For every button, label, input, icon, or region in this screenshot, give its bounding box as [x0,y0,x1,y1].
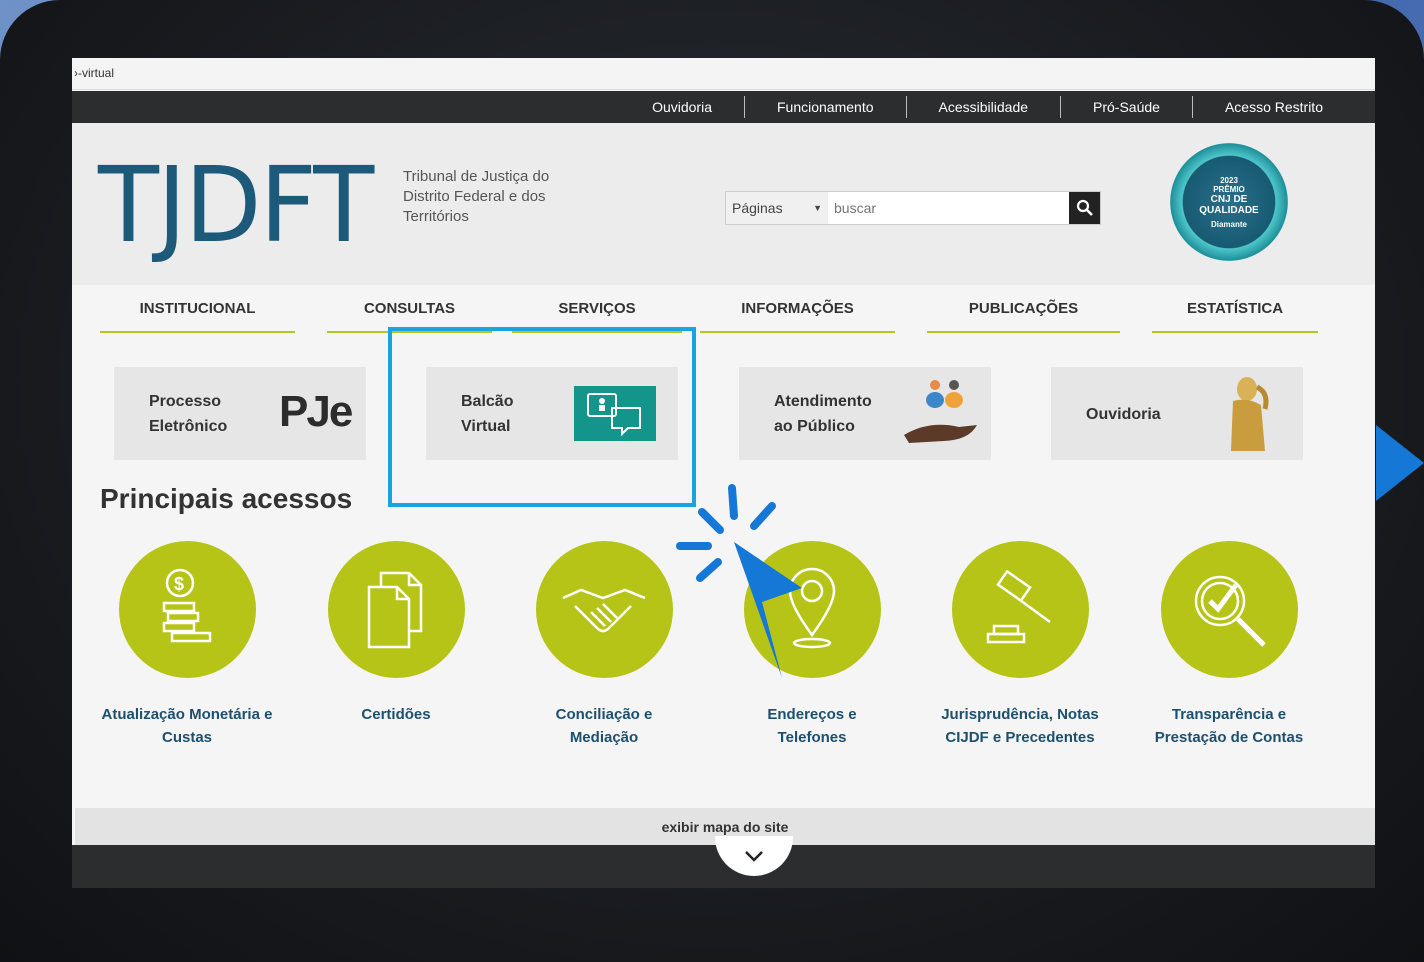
topbar-link-acesso-restrito[interactable]: Acesso Restrito [1191,96,1355,118]
quality-award-seal: 2023 PRÊMIO CNJ DE QUALIDADE Diamante [1170,143,1288,261]
search-input[interactable] [828,192,1069,224]
search-bar: Páginas ▼ [725,191,1101,225]
search-scope-select[interactable]: Páginas ▼ [726,192,828,224]
nav-consultas[interactable]: CONSULTAS [327,285,492,333]
access-label-2: Prestação de Contas [1154,729,1304,746]
next-slide-arrow-icon[interactable] [1376,425,1424,501]
seal-line1: PRÊMIO [1213,184,1245,194]
caret-down-icon: ▼ [813,203,822,213]
seal-line2: CNJ DE [1210,193,1248,205]
access-label-1: Endereços e [767,706,857,723]
card-ouvidoria[interactable]: Ouvidoria [1051,367,1303,460]
card-label-2: ao Público [774,417,855,435]
pje-logo-icon: PJe [279,387,353,437]
access-transparencia[interactable]: Transparência e Prestação de Contas [1129,541,1329,749]
listening-statue-icon [1221,375,1281,458]
access-label-1: Transparência e [1171,706,1287,723]
seal-year: 2023 [1220,175,1238,185]
browser-screen: ›-virtual Ouvidoria Funcionamento Acessi… [72,58,1375,888]
access-label-1: Conciliação e [555,706,653,723]
card-label-1: Atendimento [774,392,872,410]
svg-text:$: $ [174,574,184,594]
access-certidoes[interactable]: Certidões [296,541,496,726]
seal-line3: QUALIDADE [1199,204,1259,216]
access-jurisprudencia[interactable]: Jurisprudência, Notas CIJDF e Precedentes [920,541,1120,749]
people-hand-icon [899,375,979,455]
access-label-1: Certidões [361,706,431,723]
access-label-2: Custas [161,729,213,746]
topbar-link-ouvidoria[interactable]: Ouvidoria [620,96,744,118]
topbar-link-acessibilidade[interactable]: Acessibilidade [905,96,1061,118]
nav-informacoes[interactable]: INFORMAÇÕES [700,285,895,333]
access-label-2: CIJDF e Precedentes [945,729,1095,746]
tagline: Tribunal de Justiça do Distrito Federal … [403,168,550,225]
balcao-virtual-highlight-frame [388,327,696,507]
magnifier-check-icon [1160,541,1298,678]
card-processo-eletronico[interactable]: Processo Eletrônico PJe [114,367,366,460]
card-label-1: Ouvidoria [1086,406,1161,423]
address-text: ›-virtual [74,66,115,80]
access-label-2: Mediação [569,729,639,746]
mouse-cursor-icon [672,478,912,693]
coins-icon: $ [118,541,256,678]
section-title-principais-acessos: Principais acessos [100,483,353,514]
card-atendimento-publico[interactable]: Atendimento ao Público [739,367,991,460]
documents-icon [327,541,465,678]
access-label-2: Telefones [777,729,847,746]
access-label-1: Atualização Monetária e [101,706,273,723]
search-scope-value: Páginas [732,200,783,216]
tjdft-logo[interactable]: TJDFT [98,153,374,257]
search-button[interactable] [1069,192,1100,224]
chevron-down-icon [745,851,763,862]
topbar-link-pro-saude[interactable]: Pró-Saúde [1060,96,1192,118]
card-label-2: Eletrônico [149,417,228,435]
search-icon [1076,199,1093,216]
topbar-link-funcionamento[interactable]: Funcionamento [744,96,906,118]
sitemap-label: exibir mapa do site [661,819,789,835]
seal-level: Diamante [1210,219,1247,229]
nav-institucional[interactable]: INSTITUCIONAL [100,285,295,333]
nav-estatistica[interactable]: ESTATÍSTICA [1152,285,1318,333]
main-nav: INSTITUCIONAL CONSULTAS SERVIÇOS INFORMA… [72,285,1375,335]
gavel-icon [951,541,1089,678]
pje-text: PJe [279,387,353,436]
address-bar[interactable]: ›-virtual [72,58,1375,90]
nav-servicos[interactable]: SERVIÇOS [512,285,682,333]
top-utility-bar: Ouvidoria Funcionamento Acessibilidade P… [72,91,1375,123]
access-label-1: Jurisprudência, Notas [941,706,1099,723]
nav-publicacoes[interactable]: PUBLICAÇÕES [927,285,1120,333]
site-header: TJDFT Tribunal de Justiça do Distrito Fe… [72,123,1375,285]
card-label-1: Processo [149,392,222,410]
handshake-icon [535,541,673,678]
access-atualizacao-monetaria[interactable]: $ Atualização Monetária e Custas [87,541,287,749]
